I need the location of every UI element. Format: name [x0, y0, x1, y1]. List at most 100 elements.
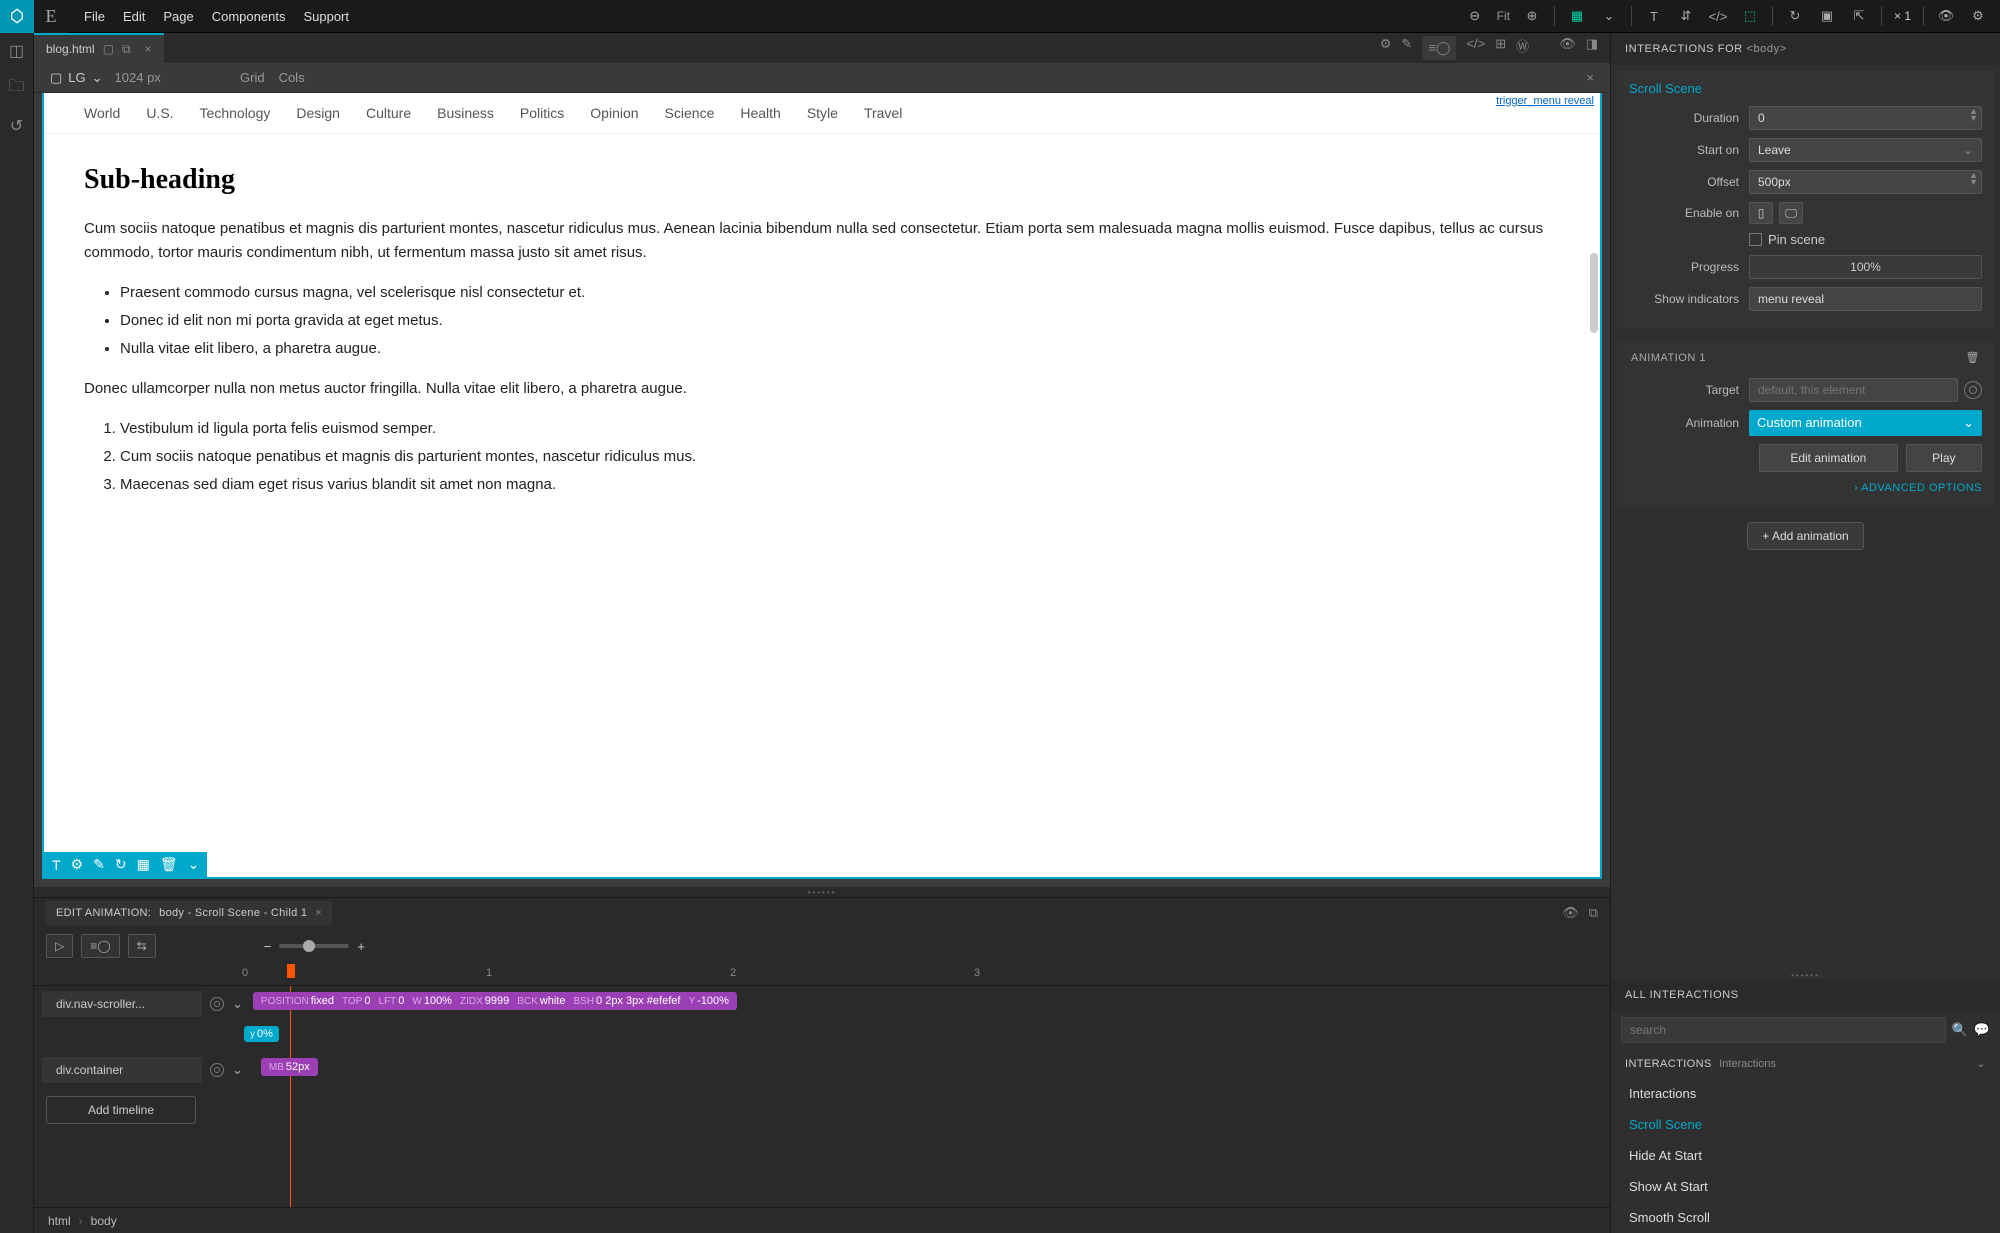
target-icon[interactable]	[210, 997, 224, 1011]
zoom-out-icon[interactable]: −	[264, 939, 272, 954]
app-logo-icon[interactable]	[0, 0, 34, 33]
layout-grid-icon[interactable]: ▦	[1567, 8, 1587, 24]
offset-input[interactable]	[1749, 170, 1982, 194]
nav-item[interactable]: Science	[665, 105, 715, 121]
menu-support[interactable]: Support	[303, 9, 349, 24]
nav-item[interactable]: Design	[296, 105, 340, 121]
fit-label[interactable]: Fit	[1497, 9, 1510, 23]
align-button[interactable]: ⇆	[128, 934, 156, 958]
edit-animation-button[interactable]: Edit animation	[1759, 444, 1898, 472]
panel-toggle-icon[interactable]: ◨	[1586, 36, 1598, 60]
brush-icon[interactable]: ✎	[1401, 36, 1412, 60]
zoom-slider[interactable]	[279, 944, 349, 948]
mobile-icon[interactable]: ▯	[1749, 202, 1773, 224]
close-canvas-icon[interactable]: ×	[1586, 70, 1594, 85]
pin-scene-checkbox[interactable]	[1749, 233, 1762, 246]
preview-panel-icon[interactable]: ▣	[1817, 8, 1837, 24]
pages-icon[interactable]: ◫	[9, 41, 24, 61]
close-icon[interactable]: ×	[315, 907, 322, 919]
grid-toggle[interactable]: Grid	[240, 70, 265, 85]
export-icon[interactable]: ⇱	[1849, 8, 1869, 24]
nav-item[interactable]: Style	[807, 105, 838, 121]
loop-button[interactable]: ≡◯	[81, 934, 119, 958]
plugins-icon[interactable]: ⊞	[1495, 36, 1506, 60]
chevron-down-icon[interactable]: ⌄	[232, 996, 243, 1012]
add-timeline-button[interactable]: Add timeline	[46, 1096, 196, 1124]
chevron-down-icon[interactable]: ⌄	[232, 1062, 243, 1078]
tab-blog-html[interactable]: blog.html ▢ ⧉ ×	[34, 33, 164, 63]
playhead-icon[interactable]	[287, 964, 295, 978]
interactions-category[interactable]: INTERACTIONS Interactions ⌄	[1611, 1049, 2000, 1078]
text-tool-icon[interactable]: T	[1644, 9, 1664, 24]
brush-icon[interactable]: ✎	[93, 856, 105, 873]
keyframe[interactable]: mb52px	[261, 1058, 318, 1076]
start-on-select[interactable]: Leave⌄	[1749, 138, 1982, 162]
interactions-icon[interactable]: ≡◯	[1422, 36, 1456, 60]
menu-components[interactable]: Components	[212, 9, 286, 24]
resize-handle[interactable]: ••••••	[34, 887, 1610, 897]
breadcrumb-item[interactable]: html	[48, 1214, 71, 1228]
chevron-down-icon[interactable]: ⌄	[188, 856, 200, 873]
close-icon[interactable]: ×	[145, 42, 152, 56]
menu-page[interactable]: Page	[163, 9, 193, 24]
timeline-row-label[interactable]: div.container	[42, 1057, 202, 1083]
breakpoint-selector[interactable]: ▢ LG ⌄	[50, 70, 103, 86]
code-icon[interactable]: </>	[1708, 9, 1728, 24]
menu-edit[interactable]: Edit	[123, 9, 145, 24]
indicators-input[interactable]	[1749, 287, 1982, 311]
code-panel-icon[interactable]: </>	[1466, 36, 1485, 60]
trash-icon[interactable]: 🗑	[1966, 351, 1980, 364]
zoom-out-icon[interactable]: ⊖	[1465, 8, 1485, 24]
help-icon[interactable]: 💬	[1974, 1022, 1990, 1038]
duration-input[interactable]	[1749, 106, 1982, 130]
zoom-in-icon[interactable]: ⊕	[1522, 8, 1542, 24]
nav-item[interactable]: Health	[740, 105, 780, 121]
play-button[interactable]: ▷	[46, 934, 73, 958]
inspect-icon[interactable]: ⬚	[1740, 8, 1760, 24]
play-animation-button[interactable]: Play	[1906, 444, 1982, 472]
assets-icon[interactable]: 🗀	[8, 75, 24, 102]
target-icon[interactable]	[1964, 381, 1982, 399]
text-edit-icon[interactable]: T	[52, 857, 61, 873]
interaction-item[interactable]: Smooth Scroll	[1619, 1202, 1992, 1233]
scrollbar-thumb[interactable]	[1590, 253, 1598, 333]
search-input[interactable]	[1621, 1017, 1946, 1043]
interaction-item[interactable]: Interactions	[1619, 1078, 1992, 1109]
trash-icon[interactable]: 🗑	[160, 856, 178, 873]
interaction-item[interactable]: Hide At Start	[1619, 1140, 1992, 1171]
page-content[interactable]: Sub-heading Cum sociis natoque penatibus…	[44, 134, 1600, 537]
structure-icon[interactable]: ⇵	[1676, 8, 1696, 24]
zoom-level[interactable]: × 1	[1894, 9, 1911, 23]
nav-item[interactable]: World	[84, 105, 120, 121]
scroll-scene-title[interactable]: Scroll Scene	[1629, 81, 1982, 96]
repeat-icon[interactable]: ↻	[115, 856, 127, 873]
expand-icon[interactable]: ⧉	[1589, 905, 1598, 921]
breadcrumb-item[interactable]: body	[91, 1214, 117, 1228]
trigger-label[interactable]: trigger_menu reveal	[1492, 93, 1598, 109]
animation-select[interactable]: Custom animation⌄	[1749, 410, 1982, 436]
settings-sliders-icon[interactable]: ⚙	[71, 856, 84, 873]
nav-item[interactable]: Politics	[520, 105, 564, 121]
settings-sliders-icon[interactable]: ⚙	[1380, 36, 1392, 60]
keyframe[interactable]: Positionfixed top0 lft0 w100% zidx9999 b…	[253, 992, 737, 1010]
wordpress-icon[interactable]: Ⓦ	[1516, 36, 1529, 60]
menu-file[interactable]: File	[84, 9, 105, 24]
timeline-row-label[interactable]: div.nav-scroller...	[42, 991, 202, 1017]
nav-item[interactable]: Technology	[200, 105, 271, 121]
nav-item[interactable]: Travel	[864, 105, 902, 121]
eye-icon[interactable]: 👁	[1559, 36, 1576, 60]
target-input[interactable]	[1749, 378, 1958, 402]
zoom-in-icon[interactable]: +	[357, 939, 365, 954]
search-icon[interactable]: 🔍	[1952, 1022, 1968, 1038]
eye-icon[interactable]: 👁	[1562, 905, 1579, 921]
advanced-options-link[interactable]: › ADVANCED OPTIONS	[1629, 482, 1982, 494]
nav-item[interactable]: Opinion	[590, 105, 638, 121]
nav-item[interactable]: U.S.	[146, 105, 173, 121]
visibility-icon[interactable]: 👁	[1936, 8, 1956, 24]
timeline-ruler[interactable]: 0 1 2 3	[34, 964, 1610, 986]
nav-item[interactable]: Culture	[366, 105, 411, 121]
history-icon[interactable]: ↺	[10, 116, 23, 136]
interaction-item[interactable]: Show At Start	[1619, 1171, 1992, 1202]
table-icon[interactable]: ▦	[137, 856, 150, 873]
animation-tab[interactable]: EDIT ANIMATION: body - Scroll Scene - Ch…	[46, 901, 332, 925]
